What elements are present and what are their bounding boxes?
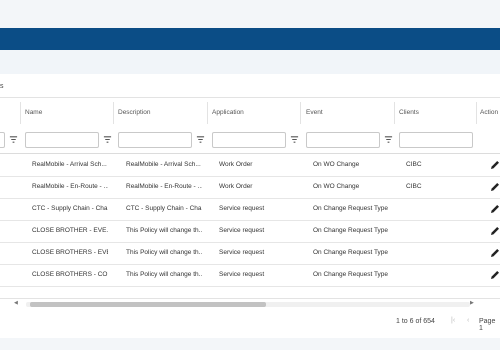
cell-event: On Change Request Type	[313, 271, 389, 278]
column-divider[interactable]	[300, 102, 301, 124]
filter-icon[interactable]	[290, 135, 299, 144]
section-title: s	[0, 83, 4, 90]
pencil-icon[interactable]	[489, 181, 500, 193]
cell-description: This Policy will change th...	[126, 249, 202, 256]
scroll-left-icon[interactable]: ◀	[14, 300, 18, 306]
pagination-summary: 1 to 6 of 654	[396, 318, 435, 325]
cell-application: Service request	[219, 205, 265, 212]
table-row[interactable]: CTC - Supply Chain - Cha... CTC - Supply…	[0, 198, 500, 221]
first-page-icon[interactable]: |‹	[451, 317, 455, 324]
scroll-right-icon[interactable]: ▶	[470, 300, 474, 306]
application-filter-input[interactable]	[212, 132, 286, 148]
cell-description: This Policy will change th...	[126, 227, 202, 234]
pencil-icon[interactable]	[489, 203, 500, 215]
pencil-icon[interactable]	[489, 225, 500, 237]
cell-name: CLOSE BROTHERS - EVE...	[32, 249, 108, 256]
pencil-icon[interactable]	[489, 269, 500, 281]
column-header-event[interactable]: Event	[306, 98, 323, 128]
cell-application: Service request	[219, 271, 265, 278]
table-row[interactable]: CLOSE BROTHER - EVE... This Policy will …	[0, 220, 500, 243]
cell-event: On WO Change	[313, 161, 360, 168]
clients-filter-input[interactable]	[399, 132, 473, 148]
column-divider[interactable]	[113, 102, 114, 124]
column-divider[interactable]	[476, 102, 477, 124]
cell-name: RealMobile - En-Route - ...	[32, 183, 108, 190]
cell-application: Work Order	[219, 161, 253, 168]
cell-name: CLOSE BROTHERS - CO...	[32, 271, 108, 278]
cell-clients: CIBC	[406, 183, 422, 190]
name-filter-input[interactable]	[25, 132, 99, 148]
table-row[interactable]: CLOSE BROTHERS - EVE... This Policy will…	[0, 242, 500, 265]
policies-grid: Name Description Application Event Clien…	[0, 97, 500, 308]
bottom-strip	[0, 338, 500, 350]
pagination-bar: 1 to 6 of 654 |‹ ‹ Page 1	[0, 308, 500, 339]
column-header-action: Action	[480, 109, 499, 116]
column-header-clients[interactable]: Clients	[399, 98, 419, 128]
pencil-icon[interactable]	[489, 247, 500, 259]
scrollbar-thumb[interactable]	[30, 302, 266, 307]
column-divider[interactable]	[20, 102, 21, 124]
filter-icon[interactable]	[9, 135, 18, 144]
page-indicator: Page 1	[479, 318, 496, 332]
filter-icon[interactable]	[196, 135, 205, 144]
column-header-name[interactable]: Name	[25, 98, 42, 128]
chevron-left-icon[interactable]: ‹	[467, 317, 469, 324]
table-row[interactable]: CLOSE BROTHERS - CO... This Policy will …	[0, 264, 500, 287]
page-toolbar	[0, 50, 500, 74]
select-filter-input[interactable]	[0, 132, 5, 148]
grid-header: Name Description Application Event Clien…	[0, 98, 500, 128]
app-navbar	[0, 28, 500, 50]
top-strip	[0, 0, 500, 28]
filter-row	[0, 128, 500, 154]
cell-event: On Change Request Type	[313, 249, 389, 256]
cell-application: Work Order	[219, 183, 253, 190]
column-header-application[interactable]: Application	[212, 98, 244, 128]
cell-name: RealMobile - Arrival Sch...	[32, 161, 107, 168]
cell-clients: CIBC	[406, 161, 422, 168]
column-header-description[interactable]: Description	[118, 98, 151, 128]
column-divider[interactable]	[394, 102, 395, 124]
filter-icon[interactable]	[103, 135, 112, 144]
cell-clients	[406, 198, 474, 220]
table-row[interactable]: RealMobile - En-Route - ... RealMobile -…	[0, 176, 500, 199]
filter-icon[interactable]	[384, 135, 393, 144]
pencil-icon[interactable]	[489, 159, 500, 171]
cell-application: Service request	[219, 227, 265, 234]
cell-application: Service request	[219, 249, 265, 256]
cell-description: CTC - Supply Chain - Cha...	[126, 205, 202, 212]
cell-description: RealMobile - Arrival Sch...	[126, 161, 201, 168]
cell-name: CLOSE BROTHER - EVE...	[32, 227, 108, 234]
cell-event: On Change Request Type	[313, 227, 389, 234]
cell-clients	[406, 220, 474, 242]
cell-event: On WO Change	[313, 183, 360, 190]
cell-name: CTC - Supply Chain - Cha...	[32, 205, 108, 212]
event-filter-input[interactable]	[306, 132, 380, 148]
table-row[interactable]: RealMobile - Arrival Sch... RealMobile -…	[0, 154, 500, 177]
description-filter-input[interactable]	[118, 132, 192, 148]
cell-event: On Change Request Type	[313, 205, 389, 212]
cell-description: This Policy will change th...	[126, 271, 202, 278]
cell-clients	[406, 242, 474, 264]
column-divider[interactable]	[207, 102, 208, 124]
cell-clients	[406, 264, 474, 286]
cell-description: RealMobile - En-Route - ...	[126, 183, 202, 190]
